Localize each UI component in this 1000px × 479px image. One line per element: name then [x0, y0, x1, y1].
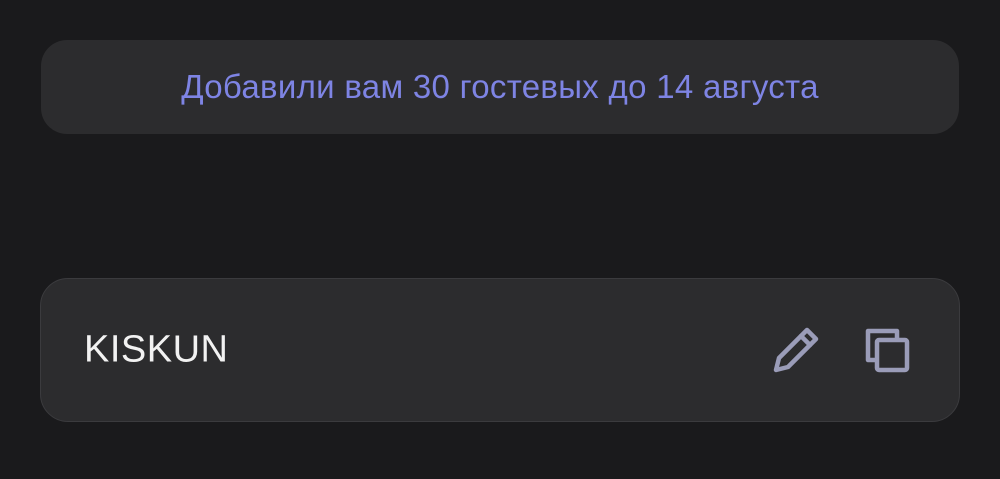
promo-code-card: KISKUN	[40, 278, 960, 422]
guest-bonus-banner: Добавили вам 30 гостевых до 14 августа	[41, 40, 959, 134]
copy-promo-button[interactable]	[857, 320, 917, 380]
copy-icon	[865, 328, 910, 373]
edit-promo-button[interactable]	[766, 320, 826, 380]
pencil-icon	[773, 327, 819, 373]
promo-code-value: KISKUN	[84, 328, 229, 371]
guest-bonus-text: Добавили вам 30 гостевых до 14 августа	[181, 68, 819, 105]
